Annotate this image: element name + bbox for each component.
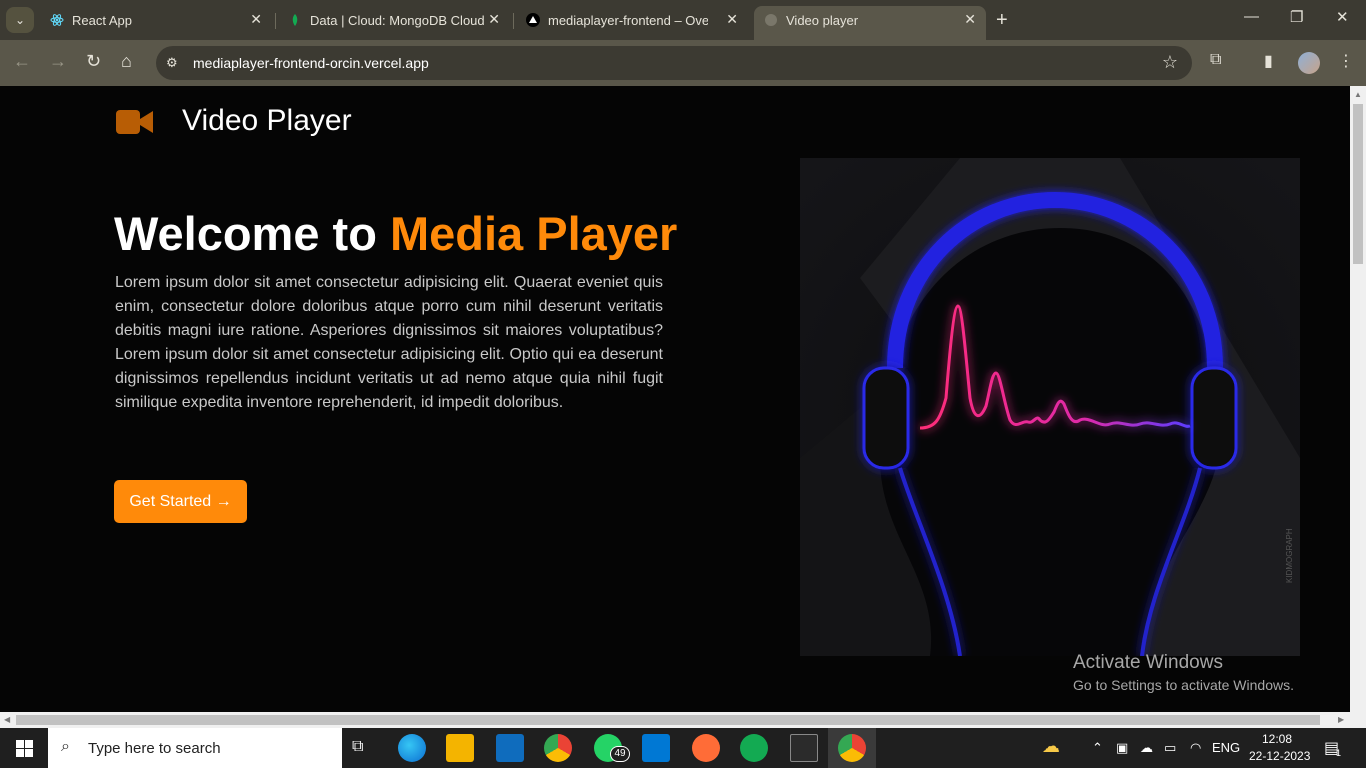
tab-search-button[interactable]: ⌄ [6, 7, 34, 33]
extensions-icon[interactable]: ⧉ [1210, 51, 1221, 69]
clock-date[interactable]: 22-12-2023 [1249, 749, 1310, 763]
bookmark-star-icon[interactable]: ☆ [1162, 52, 1178, 73]
page-viewport: Video Player Welcome to Media Player Lor… [0, 86, 1350, 712]
browser-toolbar: ← → ↻ ⌂ ⚙ mediaplayer-frontend-orcin.ver… [0, 40, 1366, 86]
whatsapp-unread-badge: 49 [610, 746, 630, 762]
art-credit: KIDMOGRAPH [1285, 528, 1294, 583]
video-camera-icon [116, 110, 153, 134]
show-hidden-icons-icon[interactable]: ⌃ [1092, 740, 1103, 756]
scroll-right-icon[interactable]: ▶ [1338, 715, 1344, 724]
tab-mongodb[interactable]: Data | Cloud: MongoDB Cloud ✕ [278, 6, 510, 34]
react-icon [50, 14, 64, 26]
mongodb-compass-icon[interactable] [740, 734, 768, 762]
scroll-up-icon[interactable]: ▲ [1354, 90, 1362, 99]
new-tab-button[interactable]: + [996, 9, 1008, 32]
url-text[interactable]: mediaplayer-frontend-orcin.vercel.app [193, 55, 429, 71]
terminal-icon[interactable] [790, 734, 818, 762]
tab-react-app[interactable]: React App ✕ [40, 6, 272, 34]
close-icon[interactable]: ✕ [250, 11, 262, 28]
language-indicator[interactable]: ENG [1212, 740, 1240, 755]
activate-windows-subtitle: Go to Settings to activate Windows. [1073, 677, 1294, 693]
windows-taskbar: ⌕ Type here to search ⧉ ☁ ⌃ ▣ ☁ ▭ ◠ ENG … [0, 728, 1366, 768]
tab-title: React App [72, 13, 132, 28]
taskbar-search-box[interactable]: ⌕ Type here to search [48, 728, 342, 768]
forward-button[interactable]: → [49, 51, 67, 72]
get-started-button[interactable]: Get Started → [114, 480, 247, 523]
browser-tab-strip: ⌄ React App ✕ Data | Cloud: MongoDB Clou… [0, 0, 1366, 40]
close-icon[interactable]: ✕ [964, 11, 976, 28]
task-view-icon[interactable]: ⧉ [352, 738, 363, 756]
vertical-scroll-thumb[interactable] [1353, 104, 1363, 264]
postman-icon[interactable] [692, 734, 720, 762]
hero-description: Lorem ipsum dolor sit amet consectetur a… [115, 274, 663, 411]
scroll-left-icon[interactable]: ◀ [4, 715, 10, 724]
activate-windows-title: Activate Windows [1073, 652, 1223, 673]
tab-title: Video player [786, 13, 859, 28]
wifi-icon[interactable]: ◠ [1190, 740, 1201, 756]
address-bar[interactable]: ⚙ mediaplayer-frontend-orcin.vercel.app … [156, 46, 1192, 80]
taskbar-search-placeholder: Type here to search [88, 740, 221, 757]
windows-start-icon[interactable] [16, 740, 33, 757]
chrome-icon[interactable] [544, 734, 572, 762]
tab-title: Data | Cloud: MongoDB Cloud [310, 13, 485, 28]
chrome-active-icon[interactable] [838, 734, 866, 762]
vercel-icon [526, 13, 540, 27]
close-window-button[interactable]: ✕ [1336, 8, 1349, 26]
hero-title: Welcome to Media Player [114, 206, 677, 261]
minimize-button[interactable]: — [1244, 8, 1259, 25]
mongodb-icon [292, 14, 298, 26]
clock-time[interactable]: 12:08 [1262, 732, 1292, 746]
reload-button[interactable]: ↻ [86, 51, 101, 72]
close-icon[interactable]: ✕ [726, 11, 738, 28]
meet-now-icon[interactable]: ▣ [1116, 740, 1128, 756]
weather-icon[interactable]: ☁ [1042, 736, 1060, 757]
side-panel-icon[interactable]: ▮ [1264, 51, 1273, 71]
back-button[interactable]: ← [13, 51, 31, 72]
tab-divider [275, 13, 276, 29]
menu-kebab-icon[interactable]: ⋮ [1338, 51, 1354, 71]
site-info-icon[interactable]: ⚙ [166, 55, 178, 71]
hero-title-accent: Media Player [389, 207, 678, 260]
tab-video-player[interactable]: Video player ✕ [754, 6, 986, 40]
tab-title: mediaplayer-frontend – Overvie [548, 13, 708, 28]
mail-icon[interactable] [496, 734, 524, 762]
headphones-waveform-illustration: KIDMOGRAPH [800, 158, 1300, 656]
globe-icon [765, 14, 777, 26]
edge-icon[interactable] [398, 734, 426, 762]
horizontal-scrollbar[interactable]: ◀ ▶ [0, 712, 1366, 728]
close-icon[interactable]: ✕ [488, 11, 500, 28]
brand-title[interactable]: Video Player [182, 104, 352, 138]
profile-avatar[interactable] [1298, 52, 1320, 74]
tab-divider [513, 13, 514, 29]
vertical-scrollbar[interactable]: ▲ [1350, 86, 1366, 712]
onedrive-icon[interactable]: ☁ [1140, 740, 1153, 756]
horizontal-scroll-thumb[interactable] [16, 715, 1320, 725]
file-explorer-icon[interactable] [446, 734, 474, 762]
hero-title-plain: Welcome to [114, 207, 390, 260]
vscode-icon[interactable] [642, 734, 670, 762]
notification-count: 1 [1336, 748, 1342, 758]
search-icon: ⌕ [61, 738, 70, 755]
home-button[interactable]: ⌂ [121, 51, 132, 72]
battery-icon[interactable]: ▭ [1164, 740, 1176, 756]
tab-vercel-overview[interactable]: mediaplayer-frontend – Overvie ✕ [516, 6, 748, 34]
restore-button[interactable]: ❐ [1290, 8, 1303, 26]
